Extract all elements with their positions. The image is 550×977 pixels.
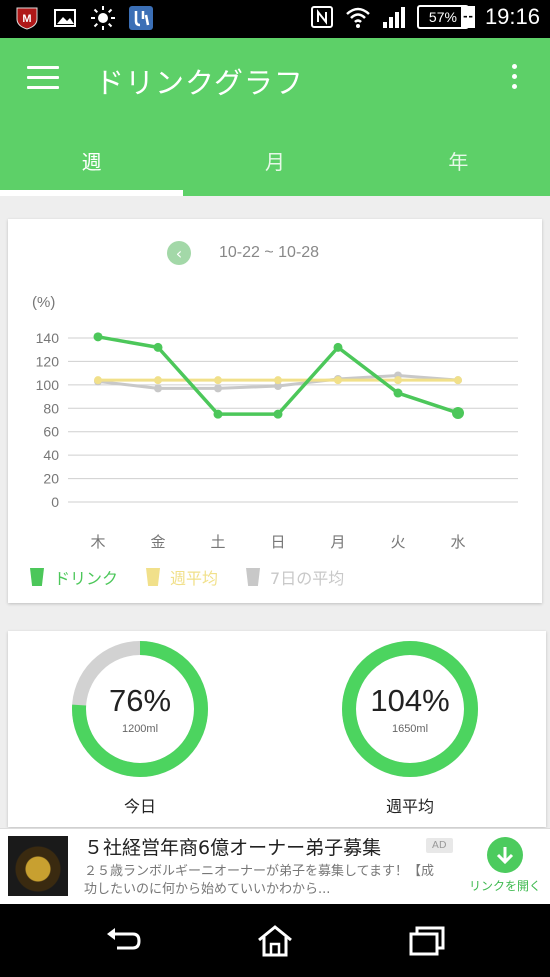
legend-label: ドリンク xyxy=(54,569,119,588)
y-tick-label: 60 xyxy=(43,424,59,440)
data-point-drink xyxy=(393,388,403,398)
data-point-weekly-average xyxy=(154,376,162,385)
today-percent: 76% xyxy=(108,683,172,718)
y-tick-label: 140 xyxy=(36,330,60,346)
wifi-icon xyxy=(346,7,370,28)
weekly-average-volume: 1650ml xyxy=(391,723,429,735)
recent-apps-icon[interactable] xyxy=(407,924,447,958)
x-tick-label: 日 xyxy=(270,533,285,551)
signal-icon xyxy=(382,7,405,28)
ad-badge: AD xyxy=(426,838,453,853)
ad-banner[interactable]: ５社経営年商6億オーナー弟子募集 AD ２５歳ランボルギーニオーナーが弟子を募集… xyxy=(0,828,550,904)
tab-year[interactable]: 年 xyxy=(367,140,550,196)
home-icon[interactable] xyxy=(255,924,295,958)
mcafee-icon: M xyxy=(16,7,38,30)
weekly-average-label: 週平均 xyxy=(385,797,434,816)
y-axis-unit-label: (%) xyxy=(32,294,55,311)
data-point-drink xyxy=(93,332,103,342)
x-tick-label: 木 xyxy=(90,533,105,551)
x-tick-label: 金 xyxy=(150,533,165,551)
x-tick-label: 月 xyxy=(330,533,345,551)
legend-item-drink: ドリンク xyxy=(30,565,118,589)
y-tick-label: 120 xyxy=(36,353,60,369)
data-point-weekly-average xyxy=(334,376,342,385)
y-tick-label: 40 xyxy=(43,447,59,463)
y-tick-label: 100 xyxy=(36,377,60,393)
brightness-icon xyxy=(91,6,115,30)
app-title: ドリンクグラフ xyxy=(95,66,304,100)
back-icon[interactable] xyxy=(103,924,143,958)
chart-card: ‹ 10-22 ~ 10-28 (%) 0 20 40 60 80 100 120 140 木金土… xyxy=(8,219,542,603)
weekly-average-gauge: 104% 1650ml 週平均 xyxy=(340,639,480,817)
nfc-icon xyxy=(310,6,333,28)
tab-month[interactable]: 月 xyxy=(183,140,366,196)
x-tick-label: 火 xyxy=(390,533,405,551)
overflow-menu-icon[interactable] xyxy=(508,64,520,96)
legend-item-7day-average: 7日の平均 xyxy=(246,565,344,589)
today-label: 今日 xyxy=(123,797,156,816)
app-bar: ドリンクグラフ 週 月 年 xyxy=(0,38,550,196)
data-point-weekly-average xyxy=(214,376,222,385)
legend-item-weekly-average: 週平均 xyxy=(146,565,218,589)
legend-label: 7日の平均 xyxy=(270,569,345,588)
data-point-weekly-average xyxy=(94,376,102,385)
cup-icon xyxy=(30,568,44,586)
tab-indicator xyxy=(0,190,183,196)
svg-text:M: M xyxy=(22,13,31,25)
y-tick-label: 0 xyxy=(51,494,59,510)
data-point-weekly-average xyxy=(454,376,462,385)
cup-icon xyxy=(146,568,161,586)
legend-label: 週平均 xyxy=(170,569,219,588)
y-tick-label: 20 xyxy=(43,471,59,487)
open-link-label: リンクを開く xyxy=(468,879,541,893)
x-tick-label: 土 xyxy=(210,533,225,551)
data-point-drink xyxy=(452,406,464,419)
image-icon xyxy=(54,9,76,27)
period-tabs: 週 月 年 xyxy=(0,140,550,196)
data-point-7day-average xyxy=(214,384,222,393)
data-point-weekly-average xyxy=(274,376,282,385)
ad-thumbnail[interactable] xyxy=(8,836,68,896)
notification-app-icon xyxy=(129,6,153,30)
weekly-average-percent: 104% xyxy=(370,683,450,718)
x-tick-label: 水 xyxy=(450,533,465,551)
data-point-drink xyxy=(153,342,163,352)
status-clock: 19:16 xyxy=(484,4,540,29)
data-point-7day-average xyxy=(154,384,162,393)
chart-legend: ドリンク 週平均 7日の平均 xyxy=(30,565,344,589)
tab-week[interactable]: 週 xyxy=(0,140,183,196)
today-volume: 1200ml xyxy=(121,723,159,735)
drink-line-chart: (%) 0 20 40 60 80 100 120 140 木 金 土 日 月 火 水 xyxy=(32,294,518,551)
menu-icon[interactable] xyxy=(27,66,59,94)
battery-icon: 57% + xyxy=(416,5,475,29)
gauge-card: 76% 1200ml 今日 104% 1650ml 週平均 xyxy=(8,631,546,827)
data-point-weekly-average xyxy=(394,376,402,385)
download-arrow-icon xyxy=(487,837,523,873)
cup-icon xyxy=(246,568,261,586)
y-tick-label: 80 xyxy=(43,400,59,416)
ad-title[interactable]: ５社経営年商6億オーナー弟子募集 xyxy=(84,833,381,860)
battery-level: 57% xyxy=(416,5,469,29)
today-gauge: 76% 1200ml 今日 xyxy=(70,639,210,817)
data-point-drink xyxy=(273,409,283,419)
data-point-drink xyxy=(333,342,343,352)
system-nav-bar xyxy=(0,904,550,977)
status-bar: M 57% + 19:16 xyxy=(0,0,550,38)
open-link-button[interactable]: リンクを開く xyxy=(468,837,542,894)
ad-description[interactable]: ２５歳ランボルギーニオーナーが弟子を募集してます！【成功したいのに何から始めてい… xyxy=(84,863,444,899)
data-point-drink xyxy=(213,409,223,419)
